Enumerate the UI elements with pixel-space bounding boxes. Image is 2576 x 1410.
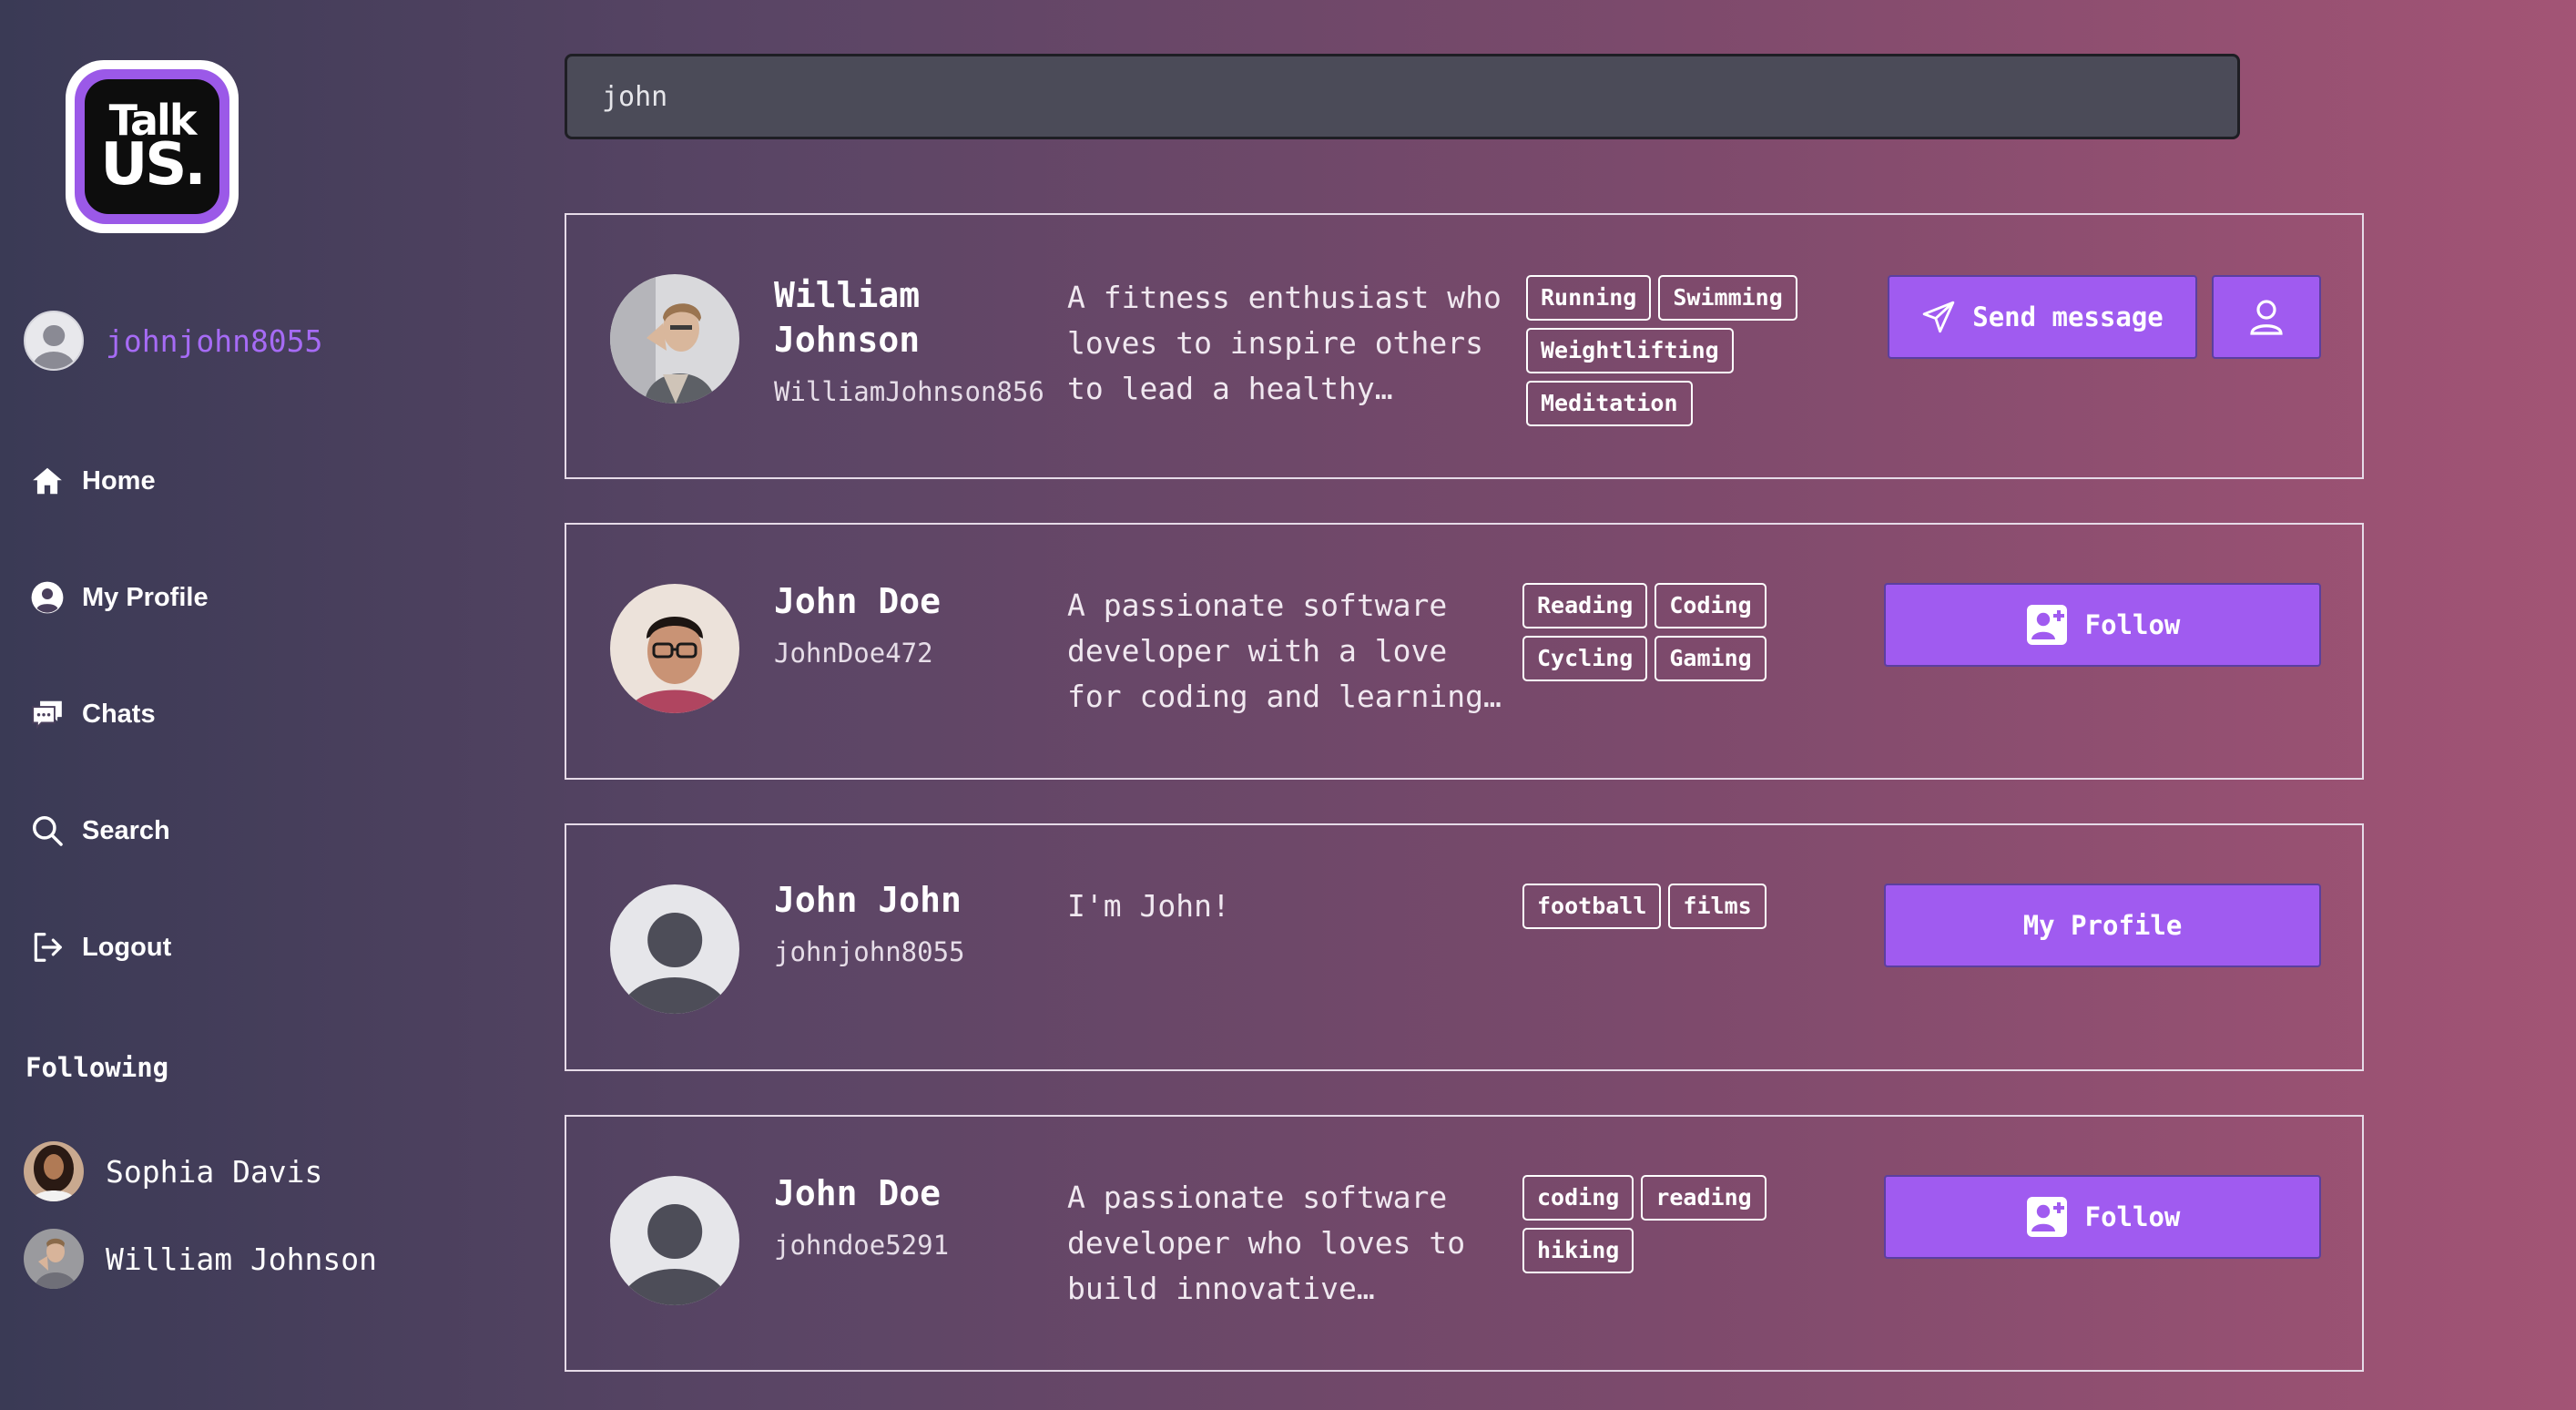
sidebar-nav: Home My Profile Chats Search Logout: [29, 452, 209, 1035]
nav-item-home[interactable]: Home: [29, 452, 209, 510]
logo-ring: Talk US.: [75, 69, 229, 224]
following-user-william[interactable]: William Johnson: [24, 1229, 377, 1289]
user-card: John John johnjohn8055 I'm John! footbal…: [565, 823, 2364, 1071]
my-profile-button[interactable]: My Profile: [1884, 884, 2321, 967]
card-bio: A passionate software developer with a l…: [1067, 588, 1502, 714]
card-tags: football films: [1522, 884, 1777, 929]
send-icon: [1921, 300, 1956, 334]
nav-label-search: Search: [82, 815, 170, 845]
avatar: [24, 1229, 84, 1289]
nav-label-home: Home: [82, 465, 156, 496]
nav-label-logout: Logout: [82, 932, 172, 962]
nav-item-my-profile[interactable]: My Profile: [29, 568, 209, 627]
avatar: [610, 274, 739, 404]
card-bio: A fitness enthusiast who loves to inspir…: [1067, 280, 1502, 406]
card-username: JohnDoe472: [774, 638, 933, 669]
user-circle-icon: [29, 579, 66, 616]
interest-tag: reading: [1641, 1175, 1767, 1221]
avatar: [610, 584, 739, 713]
home-icon: [29, 463, 66, 499]
interest-tag: Cycling: [1522, 636, 1648, 681]
following-heading: Following: [25, 1052, 169, 1083]
logo-mark: Talk US.: [85, 79, 219, 214]
nav-item-logout[interactable]: Logout: [29, 918, 209, 976]
current-user-avatar: [24, 311, 84, 371]
card-bio: A passionate software developer who love…: [1067, 1180, 1466, 1306]
following-user-sophia[interactable]: Sophia Davis: [24, 1141, 377, 1201]
card-username: johnjohn8055: [774, 936, 965, 967]
add-user-icon: [2025, 1195, 2069, 1239]
nav-item-chats[interactable]: Chats: [29, 685, 209, 743]
search-input[interactable]: [602, 80, 2203, 113]
logo-text-us: US.: [100, 130, 206, 199]
chat-bubbles-icon: [29, 696, 66, 732]
user-outline-icon: [2245, 295, 2288, 339]
card-identity: John Doe johndoe5291: [774, 1171, 1065, 1263]
interest-tag: films: [1668, 884, 1767, 929]
interest-tag: football: [1522, 884, 1662, 929]
avatar: [610, 884, 739, 1014]
interest-tag: Gaming: [1655, 636, 1767, 681]
view-profile-button[interactable]: [2212, 275, 2321, 359]
card-identity: John John johnjohn8055: [774, 878, 1065, 970]
follow-button[interactable]: Follow: [1884, 1175, 2321, 1259]
card-tags: Reading Coding Cycling Gaming: [1522, 583, 1777, 681]
following-user-name: Sophia Davis: [106, 1153, 323, 1190]
nav-label-chats: Chats: [82, 699, 156, 729]
follow-button[interactable]: Follow: [1884, 583, 2321, 667]
following-user-name: William Johnson: [106, 1241, 378, 1277]
interest-tag: Swimming: [1658, 275, 1797, 321]
current-user[interactable]: johnjohn8055: [24, 311, 322, 371]
interest-tag: Weightlifting: [1526, 328, 1734, 373]
following-list: Sophia Davis William Johnson: [24, 1141, 377, 1316]
follow-label: Follow: [2084, 609, 2181, 640]
nav-item-search[interactable]: Search: [29, 802, 209, 860]
search-icon: [29, 812, 66, 849]
user-card: John Doe JohnDoe472 A passionate softwar…: [565, 523, 2364, 780]
interest-tag: Reading: [1522, 583, 1648, 628]
card-display-name[interactable]: William Johnson: [774, 273, 1065, 363]
card-display-name[interactable]: John John: [774, 878, 1065, 923]
card-bio: I'm John!: [1067, 888, 1230, 924]
interest-tag: Coding: [1655, 583, 1767, 628]
my-profile-label: My Profile: [2022, 910, 2183, 941]
avatar: [610, 1176, 739, 1305]
card-tags: coding reading hiking: [1522, 1175, 1777, 1273]
interest-tag: Meditation: [1526, 381, 1693, 426]
card-display-name[interactable]: John Doe: [774, 579, 1065, 624]
nav-label-my-profile: My Profile: [82, 582, 209, 612]
add-user-icon: [2025, 603, 2069, 647]
send-message-label: Send message: [1972, 301, 2164, 332]
send-message-button[interactable]: Send message: [1888, 275, 2197, 359]
logout-icon: [29, 929, 66, 966]
card-identity: William Johnson WilliamJohnson856: [774, 273, 1065, 410]
card-display-name[interactable]: John Doe: [774, 1171, 1065, 1216]
app-logo[interactable]: Talk US.: [66, 60, 239, 233]
card-username: johndoe5291: [774, 1230, 950, 1261]
interest-tag: Running: [1526, 275, 1652, 321]
current-user-username: johnjohn8055: [106, 322, 323, 359]
card-tags: Running Swimming Weightlifting Meditatio…: [1526, 275, 1799, 426]
avatar: [24, 1141, 84, 1201]
follow-label: Follow: [2084, 1201, 2181, 1232]
user-card: William Johnson WilliamJohnson856 A fitn…: [565, 213, 2364, 479]
user-card: John Doe johndoe5291 A passionate softwa…: [565, 1115, 2364, 1372]
interest-tag: coding: [1522, 1175, 1634, 1221]
interest-tag: hiking: [1522, 1228, 1634, 1273]
search-bar: [565, 54, 2240, 139]
card-username: WilliamJohnson856: [774, 376, 1044, 407]
card-identity: John Doe JohnDoe472: [774, 579, 1065, 671]
